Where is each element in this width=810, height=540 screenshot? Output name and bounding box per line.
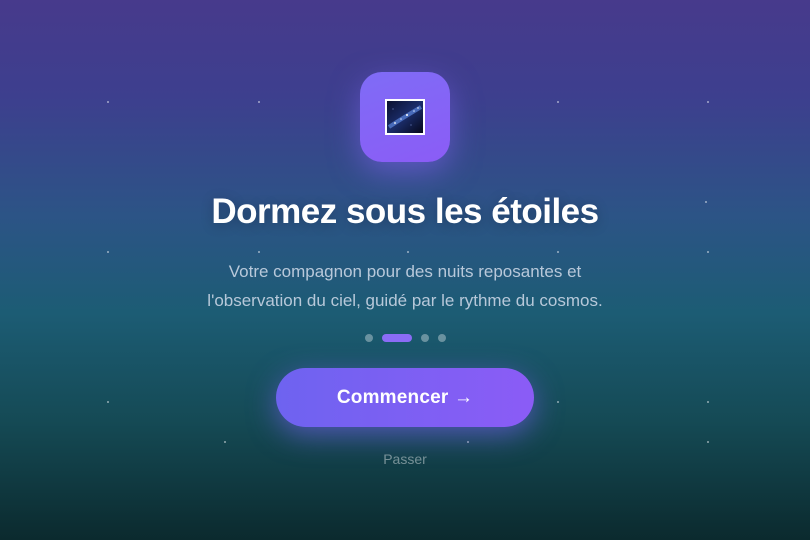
skip-link[interactable]: Passer [0, 451, 810, 467]
pagination-dot-2-active[interactable] [381, 334, 412, 342]
pagination-dot-4[interactable] [437, 334, 446, 342]
star [557, 101, 559, 103]
star [258, 101, 260, 103]
subtitle-line-2: l'observation du ciel, guidé par le ryth… [207, 291, 603, 310]
start-button[interactable]: Commencer → [276, 368, 534, 427]
star [224, 441, 226, 443]
star [557, 251, 559, 253]
star [107, 101, 109, 103]
star [707, 251, 709, 253]
pagination-dot-3[interactable] [420, 334, 429, 342]
starry-sky-image-icon [385, 99, 425, 135]
app-icon [360, 72, 450, 162]
pagination-dots [0, 334, 810, 342]
subtitle-line-1: Votre compagnon pour des nuits reposante… [228, 262, 582, 281]
star [107, 401, 109, 403]
page-title: Dormez sous les étoiles [211, 192, 599, 231]
star [467, 441, 469, 443]
star [707, 101, 709, 103]
star [557, 401, 559, 403]
star [707, 441, 709, 443]
star [258, 251, 260, 253]
star [407, 251, 409, 253]
subtitle: Votre compagnon pour des nuits reposante… [150, 257, 660, 315]
star [107, 251, 109, 253]
pagination-dot-1[interactable] [364, 334, 373, 342]
star [707, 401, 709, 403]
skip-label: Passer [383, 451, 427, 467]
